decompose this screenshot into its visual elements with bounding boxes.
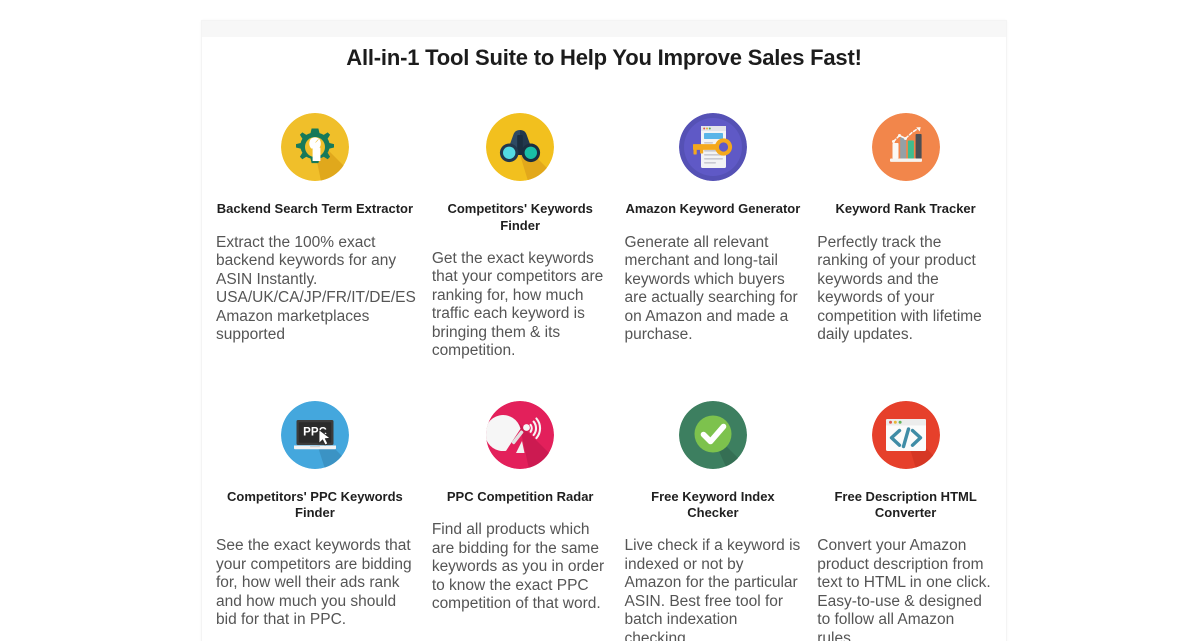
tool-name: PPC Competition Radar [446, 488, 594, 504]
tool-description: See the exact keywords that your competi… [216, 537, 412, 629]
tool-icon-wrap [623, 101, 804, 193]
tool-name: Free Description HTML Converter [834, 488, 977, 521]
page-title: All-in-1 Tool Suite to Help You Improve … [346, 45, 862, 70]
tool-description: Extract the 100% exact backend keywords … [216, 233, 416, 344]
tools-grid: Backend Search Term Extractor Extract th… [202, 101, 1006, 641]
tool-card-amazon-keyword-generator[interactable]: Amazon Keyword Generator Generate all re… [617, 101, 810, 361]
tool-icon-wrap: PPC [212, 389, 418, 481]
document-key-icon [678, 113, 747, 182]
page-root: All-in-1 Tool Suite to Help You Improve … [0, 0, 1203, 641]
tool-name: Keyword Rank Tracker [835, 201, 976, 217]
tool-description: Find all products which are bidding for … [431, 521, 605, 613]
tool-name: Competitors' PPC Keywords Finder [227, 488, 403, 521]
tool-icon-wrap [212, 101, 418, 193]
tool-icon-wrap [815, 389, 996, 481]
tool-icon-wrap [430, 389, 611, 481]
tool-card-keyword-rank-tracker[interactable]: Keyword Rank Tracker Perfectly track the… [809, 101, 1002, 361]
bar-chart-growth-icon [871, 113, 940, 182]
tool-icon-wrap [815, 101, 996, 193]
tool-suite-panel: All-in-1 Tool Suite to Help You Improve … [201, 20, 1007, 641]
satellite-dish-icon [486, 400, 555, 469]
tool-name: Backend Search Term Extractor [216, 201, 414, 217]
tool-description: Perfectly track the ranking of your prod… [817, 233, 982, 344]
tool-description: Live check if a keyword is indexed or no… [624, 537, 801, 641]
laptop-ppc-cursor-icon: PPC [280, 400, 349, 469]
tool-description: Convert your Amazon product description … [817, 537, 991, 641]
green-checkmark-icon [678, 400, 747, 469]
tool-card-ppc-competition-radar[interactable]: PPC Competition Radar Find all products … [424, 389, 617, 641]
tool-card-free-description-html-converter[interactable]: Free Description HTML Converter Convert … [809, 389, 1002, 641]
tool-description: Generate all relevant merchant and long-… [624, 233, 798, 344]
tool-card-backend-search-term-extractor[interactable]: Backend Search Term Extractor Extract th… [206, 101, 424, 361]
tool-card-competitors-ppc-keywords-finder[interactable]: PPC Competitors' PPC Keywords Finder See… [206, 389, 424, 641]
tool-name: Competitors' Keywords Finder [447, 201, 593, 233]
code-browser-icon [871, 400, 940, 469]
tool-icon-wrap [623, 389, 804, 481]
tool-name: Amazon Keyword Generator [625, 201, 801, 217]
tool-description: Get the exact keywords that your competi… [431, 249, 604, 360]
tool-name: Free Keyword Index Checker [651, 488, 775, 521]
tool-card-free-keyword-index-checker[interactable]: Free Keyword Index Checker Live check if… [617, 389, 810, 641]
tool-icon-wrap [430, 101, 611, 193]
tool-card-competitors-keywords-finder[interactable]: Competitors' Keywords Finder Get the exa… [424, 101, 617, 361]
gear-wrench-icon [280, 113, 349, 182]
binoculars-icon [486, 113, 555, 182]
